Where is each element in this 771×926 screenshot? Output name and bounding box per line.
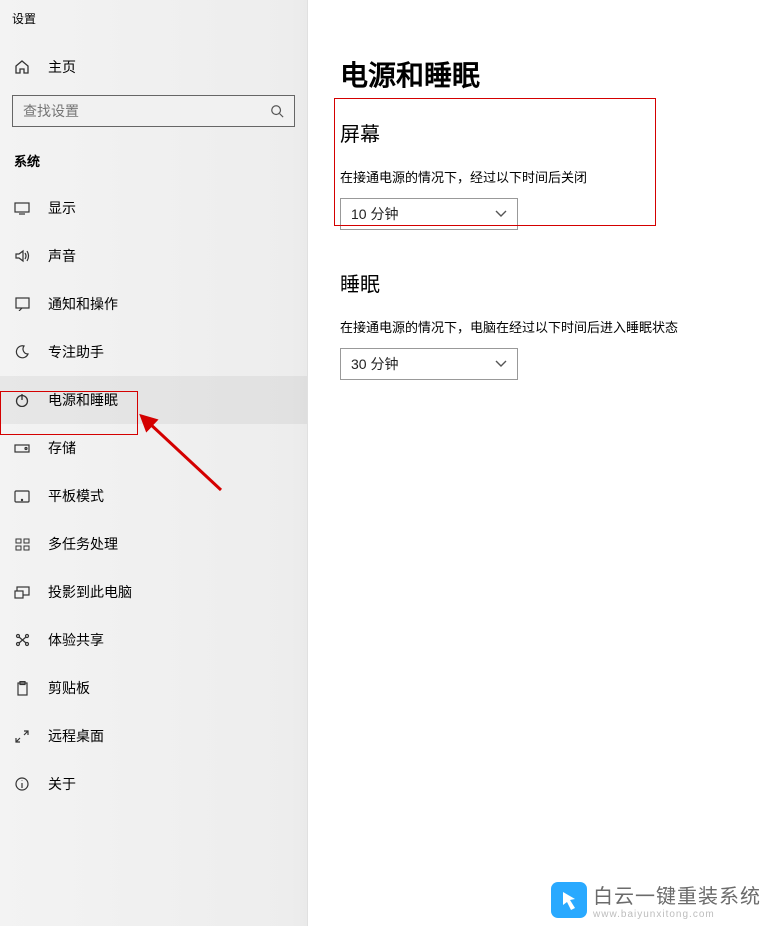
display-icon: [14, 202, 30, 215]
sidebar-item-display[interactable]: 显示: [0, 184, 307, 232]
sleep-section-desc: 在接通电源的情况下，电脑在经过以下时间后进入睡眠状态: [340, 317, 771, 336]
sidebar-item-label: 电源和睡眠: [48, 390, 118, 410]
sidebar-item-label: 主页: [48, 57, 76, 77]
sidebar-item-power-sleep[interactable]: 电源和睡眠: [0, 376, 307, 424]
share-icon: [14, 633, 30, 647]
screen-section-title: 屏幕: [340, 118, 771, 147]
moon-icon: [14, 345, 30, 359]
sidebar-item-label: 剪贴板: [48, 678, 90, 698]
screen-timeout-dropdown[interactable]: 10 分钟: [340, 198, 518, 230]
sidebar-item-shared[interactable]: 体验共享: [0, 616, 307, 664]
sidebar-item-notifications[interactable]: 通知和操作: [0, 280, 307, 328]
power-icon: [14, 393, 30, 407]
search-icon: [270, 104, 284, 118]
window-title: 设置: [0, 6, 307, 45]
dropdown-value: 10 分钟: [351, 204, 398, 224]
sidebar-item-label: 声音: [48, 246, 76, 266]
search-input-field[interactable]: [23, 103, 243, 119]
multitask-icon: [14, 538, 30, 551]
category-label: 系统: [0, 141, 307, 184]
chevron-down-icon: [495, 360, 507, 368]
sidebar-item-remote[interactable]: 远程桌面: [0, 712, 307, 760]
sidebar-item-label: 专注助手: [48, 342, 104, 362]
watermark-logo-icon: [551, 882, 587, 918]
sidebar-item-projecting[interactable]: 投影到此电脑: [0, 568, 307, 616]
sleep-section-title: 睡眠: [340, 268, 771, 297]
info-icon: [14, 777, 30, 791]
screen-section: 屏幕 在接通电源的情况下，经过以下时间后关闭 10 分钟: [340, 118, 771, 230]
sidebar-item-focus[interactable]: 专注助手: [0, 328, 307, 376]
watermark-text-zh: 白云一键重装系统: [593, 880, 761, 909]
dropdown-value: 30 分钟: [351, 354, 398, 374]
notification-icon: [14, 297, 30, 311]
sidebar-item-clipboard[interactable]: 剪贴板: [0, 664, 307, 712]
storage-icon: [14, 444, 30, 453]
clipboard-icon: [14, 681, 30, 696]
sidebar-item-about[interactable]: 关于: [0, 760, 307, 808]
sidebar-item-label: 体验共享: [48, 630, 104, 650]
search-input[interactable]: [12, 95, 295, 127]
sidebar-item-label: 多任务处理: [48, 534, 118, 554]
sidebar-item-tablet[interactable]: 平板模式: [0, 472, 307, 520]
chevron-down-icon: [495, 210, 507, 218]
watermark: 白云一键重装系统 www.baiyunxitong.com: [551, 880, 761, 920]
tablet-icon: [14, 490, 30, 503]
screen-section-desc: 在接通电源的情况下，经过以下时间后关闭: [340, 167, 771, 186]
sidebar-item-sound[interactable]: 声音: [0, 232, 307, 280]
sleep-section: 睡眠 在接通电源的情况下，电脑在经过以下时间后进入睡眠状态 30 分钟: [340, 268, 771, 380]
page-title: 电源和睡眠: [340, 54, 771, 94]
sidebar-item-label: 存储: [48, 438, 76, 458]
sleep-timeout-dropdown[interactable]: 30 分钟: [340, 348, 518, 380]
sidebar-item-label: 通知和操作: [48, 294, 118, 314]
sidebar-item-home[interactable]: 主页: [0, 45, 307, 89]
sidebar-item-multitask[interactable]: 多任务处理: [0, 520, 307, 568]
sidebar-item-storage[interactable]: 存储: [0, 424, 307, 472]
sidebar-item-label: 关于: [48, 774, 76, 794]
project-icon: [14, 586, 30, 599]
sidebar-item-label: 远程桌面: [48, 726, 104, 746]
sidebar-item-label: 平板模式: [48, 486, 104, 506]
sidebar-item-label: 显示: [48, 198, 76, 218]
sidebar-item-label: 投影到此电脑: [48, 582, 132, 602]
content-pane: 电源和睡眠 屏幕 在接通电源的情况下，经过以下时间后关闭 10 分钟 睡眠 在接…: [308, 0, 771, 926]
remote-icon: [14, 730, 30, 743]
home-icon: [14, 59, 30, 75]
sidebar: 设置 主页 系统 显示 声音: [0, 0, 308, 926]
sound-icon: [14, 249, 30, 263]
watermark-text-en: www.baiyunxitong.com: [593, 909, 761, 920]
